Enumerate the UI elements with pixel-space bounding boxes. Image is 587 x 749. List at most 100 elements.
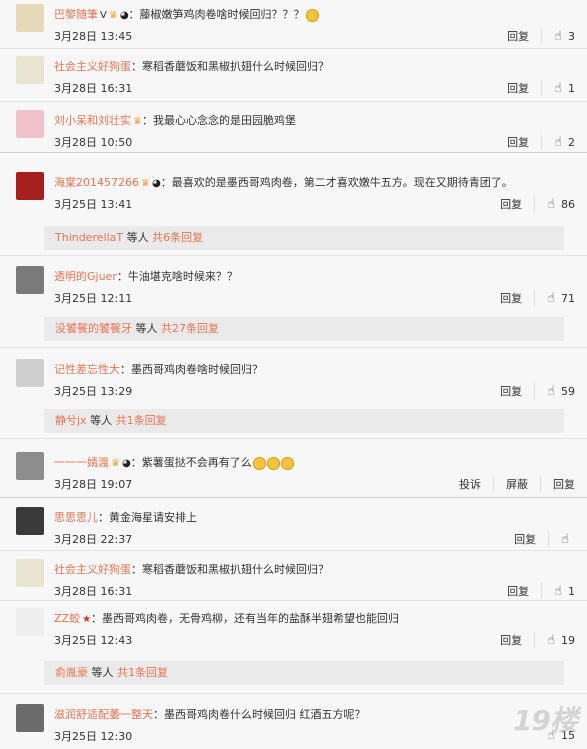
avatar[interactable]	[16, 452, 44, 480]
username-link[interactable]: 透明的Gjuer	[54, 270, 117, 283]
sub-reply-summary[interactable]: ThinderellaT 等人 共6条回复	[44, 226, 564, 250]
comment-time: 3月28日 13:45	[54, 30, 133, 43]
like-button[interactable]: ☝ 59	[535, 384, 575, 399]
comment-item: 记性差忘性大：墨西哥鸡肉卷啥时候回归？ 3月25日 13:29 回复 ☝ 59	[12, 355, 587, 403]
comment-time: 3月25日 13:41	[54, 198, 133, 211]
comment-actions: 回复 ☝ 86	[488, 196, 575, 212]
username-link[interactable]: 社会主义好狗蛋	[54, 60, 131, 73]
username-link[interactable]: ZZ蛟	[54, 612, 80, 625]
sub-reply-count-link[interactable]: 共27条回复	[161, 322, 219, 335]
reply-button[interactable]: 回复	[488, 290, 536, 306]
emoji-icon	[305, 8, 319, 22]
like-button[interactable]: ☝ 3	[542, 29, 575, 44]
site-watermark-logo: 19楼	[513, 704, 578, 737]
username-link[interactable]: 一一一婧渡	[54, 456, 109, 469]
sub-reply-user-link[interactable]: ThinderellaT	[55, 231, 123, 244]
block-button[interactable]: 屏蔽	[494, 476, 541, 492]
crown-badge-icon: ♛	[108, 9, 118, 21]
comment-line: 滋润舒适配萎一整天：墨西哥鸡肉卷什么时候回归 红酒五方呢？	[54, 706, 366, 722]
like-count: 86	[561, 197, 575, 211]
comment-text: ：最喜欢的是墨西哥鸡肉卷，第二才喜欢嫩牛五方。现在又期待青团了。	[160, 176, 513, 189]
sub-reply-user-link[interactable]: 俞胤豪	[55, 666, 88, 679]
V-badge-icon: V	[100, 9, 107, 21]
like-button[interactable]: ☝ 71	[535, 291, 575, 306]
like-button[interactable]: ☝ 19	[535, 633, 575, 648]
comment-item: 思思思儿：黄金海星请安排上 3月28日 22:37 回复 ☝	[12, 503, 587, 551]
like-button[interactable]: ☝ 1	[542, 584, 575, 599]
report-button[interactable]: 投诉	[447, 476, 494, 492]
sub-reply-summary[interactable]: 没饕餮的饕餮牙 等人 共27条回复	[44, 317, 564, 341]
reply-button[interactable]: 回复	[541, 476, 575, 492]
sub-reply-count-link[interactable]: 共1条回复	[116, 414, 167, 427]
comment-item: 滋润舒适配萎一整天：墨西哥鸡肉卷什么时候回归 红酒五方呢？ 3月25日 12:30…	[12, 700, 587, 748]
comment-item: 刘小呆和刘壮实 ♛：我最心心念念的是田园脆鸡堡 3月28日 10:50 回复 ☝ 2	[12, 106, 587, 154]
like-count: 1	[568, 81, 575, 95]
divider	[0, 693, 587, 694]
sub-reply-count-link[interactable]: 共1条回复	[117, 666, 168, 679]
username-link[interactable]: 海棠201457266	[54, 176, 139, 189]
like-count: 3	[568, 29, 575, 43]
avatar[interactable]	[16, 704, 44, 732]
avatar[interactable]	[16, 266, 44, 294]
like-button[interactable]: ☝ 2	[542, 135, 575, 150]
username-link[interactable]: 滋润舒适配萎一整天	[54, 708, 153, 721]
comment-text: ：寒稻香蘑饭和黑椒扒翅什么时候回归？	[131, 60, 329, 73]
username-link[interactable]: 记性差忘性大	[54, 363, 120, 376]
like-button[interactable]: ☝ 86	[535, 197, 575, 212]
reply-button[interactable]: 回复	[495, 80, 543, 96]
comment-time: 3月25日 12:43	[54, 634, 133, 647]
reply-button[interactable]: 回复	[488, 383, 536, 399]
username-link[interactable]: 思思思儿	[54, 511, 98, 524]
username-link[interactable]: 社会主义好狗蛋	[54, 563, 131, 576]
username-link[interactable]: 刘小呆和刘壮实	[54, 114, 131, 127]
comment-line: 刘小呆和刘壮实 ♛：我最心心念念的是田园脆鸡堡	[54, 112, 296, 128]
comment-text: ：墨西哥鸡肉卷啥时候回归？	[120, 363, 263, 376]
like-button[interactable]: ☝	[549, 532, 575, 547]
like-button[interactable]: ☝ 1	[542, 81, 575, 96]
comment-line: 社会主义好狗蛋：寒稻香蘑饭和黑椒扒翅什么时候回归？	[54, 561, 329, 577]
avatar[interactable]	[16, 56, 44, 84]
comment-actions: 回复 ☝ 1	[495, 80, 575, 96]
comment-text: ：寒稻香蘑饭和黑椒扒翅什么时候回归？	[131, 563, 329, 576]
thumbs-up-icon: ☝	[547, 383, 555, 399]
avatar[interactable]	[16, 559, 44, 587]
thumbs-up-icon: ☝	[554, 80, 562, 96]
comment-item: 社会主义好狗蛋：寒稻香蘑饭和黑椒扒翅什么时候回归？ 3月28日 16:31 回复 ☝ 1	[12, 555, 587, 603]
avatar[interactable]	[16, 4, 44, 32]
star-badge-icon: ★	[82, 613, 92, 625]
avatar[interactable]	[16, 359, 44, 387]
avatar[interactable]	[16, 110, 44, 138]
avatar[interactable]	[16, 608, 44, 636]
divider	[0, 255, 587, 256]
emoji-icon	[252, 456, 266, 470]
sub-reply-user-link[interactable]: 没饕餮的饕餮牙	[55, 322, 132, 335]
emoji-icon	[280, 456, 294, 470]
sub-reply-summary[interactable]: 静兮jx 等人 共1条回复	[44, 409, 564, 433]
like-count: 59	[561, 384, 575, 398]
avatar[interactable]	[16, 172, 44, 200]
comment-actions: 回复 ☝ 19	[488, 632, 575, 648]
avatar[interactable]	[16, 507, 44, 535]
comment-item: 海棠201457266 ♛ ◕：最喜欢的是墨西哥鸡肉卷，第二才喜欢嫩牛五方。现在又期…	[12, 168, 587, 216]
reply-button[interactable]: 回复	[495, 28, 543, 44]
divider	[0, 497, 587, 498]
like-count: 1	[568, 584, 575, 598]
reply-button[interactable]: 回复	[502, 531, 550, 547]
sub-reply-mid: 等人	[88, 666, 117, 679]
comment-time: 3月28日 19:07	[54, 478, 133, 491]
comment-text: ：黄金海星请安排上	[98, 511, 197, 524]
sub-reply-user-link[interactable]: 静兮jx	[55, 414, 87, 427]
username-link[interactable]: 巴黎随筆	[54, 8, 98, 21]
sub-reply-count-link[interactable]: 共6条回复	[152, 231, 203, 244]
divider	[0, 438, 587, 439]
thumbs-up-icon: ☝	[547, 290, 555, 306]
sub-reply-summary[interactable]: 俞胤豪 等人 共1条回复	[44, 661, 564, 685]
reply-button[interactable]: 回复	[488, 632, 536, 648]
panda-badge-icon: ◕	[151, 177, 161, 189]
reply-button[interactable]: 回复	[488, 196, 536, 212]
like-count: 19	[561, 633, 575, 647]
comment-time: 3月28日 10:50	[54, 136, 133, 149]
reply-button[interactable]: 回复	[495, 134, 543, 150]
like-count: 2	[568, 135, 575, 149]
reply-button[interactable]: 回复	[495, 583, 543, 599]
